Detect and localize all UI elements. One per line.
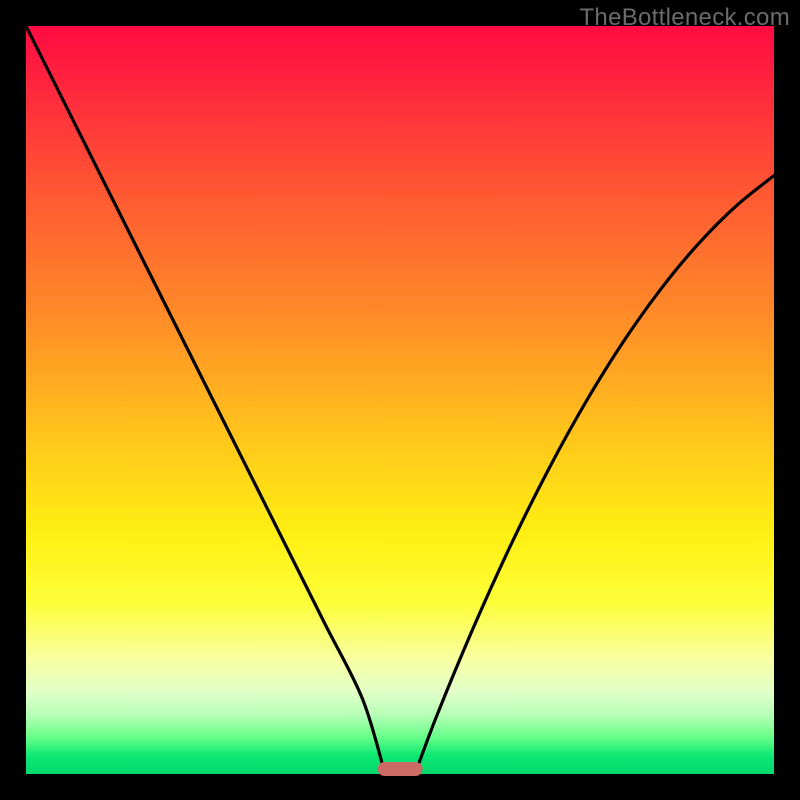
chart-frame: TheBottleneck.com <box>0 0 800 800</box>
plot-area <box>26 26 774 774</box>
bottleneck-marker <box>378 762 423 776</box>
right-curve <box>415 176 774 774</box>
curve-layer <box>26 26 774 774</box>
left-curve <box>26 26 385 774</box>
watermark-text: TheBottleneck.com <box>579 4 790 32</box>
